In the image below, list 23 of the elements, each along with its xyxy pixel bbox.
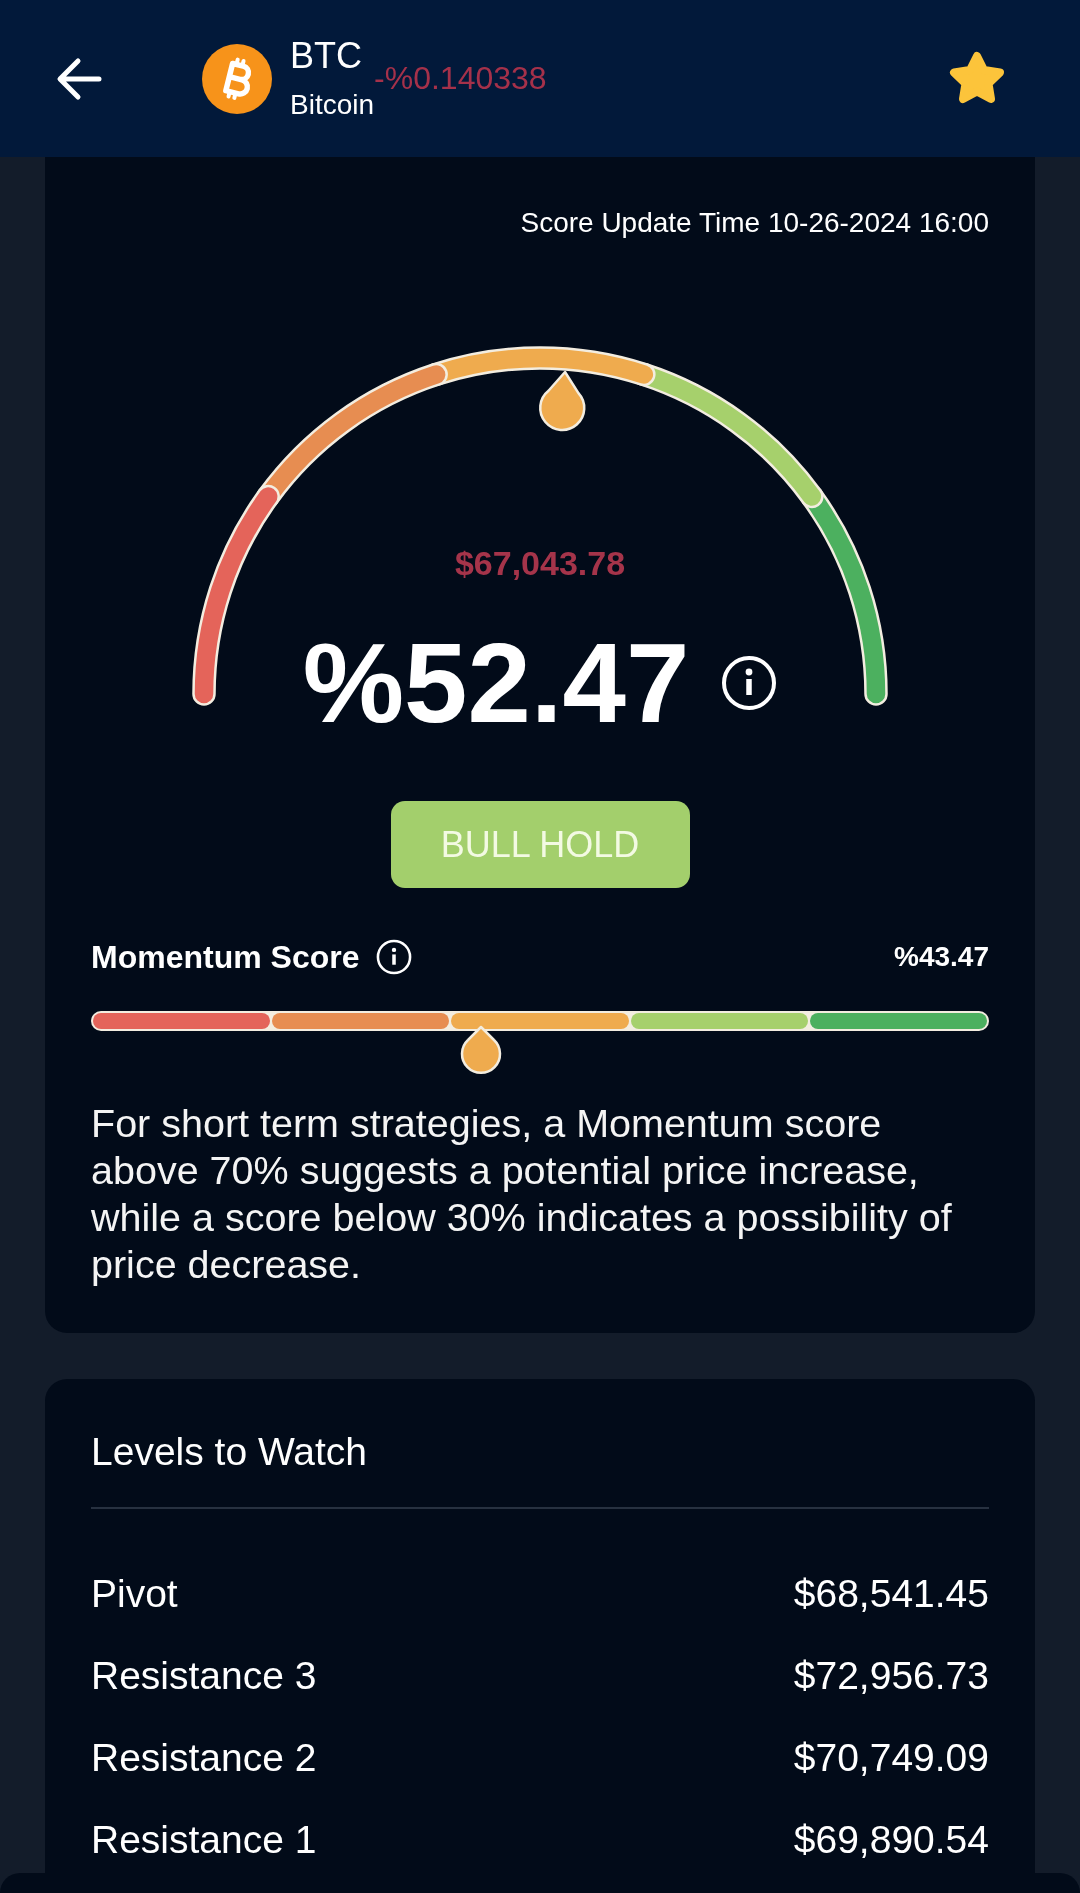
coin-logo-icon [202,43,272,114]
coin-name: Bitcoin [290,89,375,122]
levels-title: Levels to Watch [91,1429,368,1475]
score-update-time: Score Update Time 10-26-2024 16:00 [520,207,989,238]
info-icon[interactable] [721,655,778,711]
info-icon[interactable] [376,939,413,975]
level-value: $72,956.73 [793,1653,989,1699]
price-change: -%0.140338 [374,60,547,97]
level-value: $69,890.54 [793,1817,989,1863]
level-value: $68,541.45 [793,1571,989,1617]
level-label: Resistance 2 [91,1735,317,1781]
signal-badge: BULL HOLD [390,801,690,888]
momentum-description: For short term strategies, a Momentum score above 70% suggests a potential price increase, while a score below 30% indicates a possibility of price decrease. [91,1100,953,1288]
momentum-value: %43.47 [894,941,989,973]
momentum-label: Momentum Score [91,938,360,976]
level-value: $70,749.09 [793,1735,989,1781]
back-arrow-icon[interactable] [56,55,102,102]
level-label: Resistance 3 [91,1653,317,1699]
level-label: Pivot [91,1571,178,1617]
score-value: %52.47 [302,624,690,742]
level-label: Resistance 1 [91,1817,317,1863]
current-price: $67,043.78 [454,543,626,583]
coin-symbol: BTC [290,34,363,78]
